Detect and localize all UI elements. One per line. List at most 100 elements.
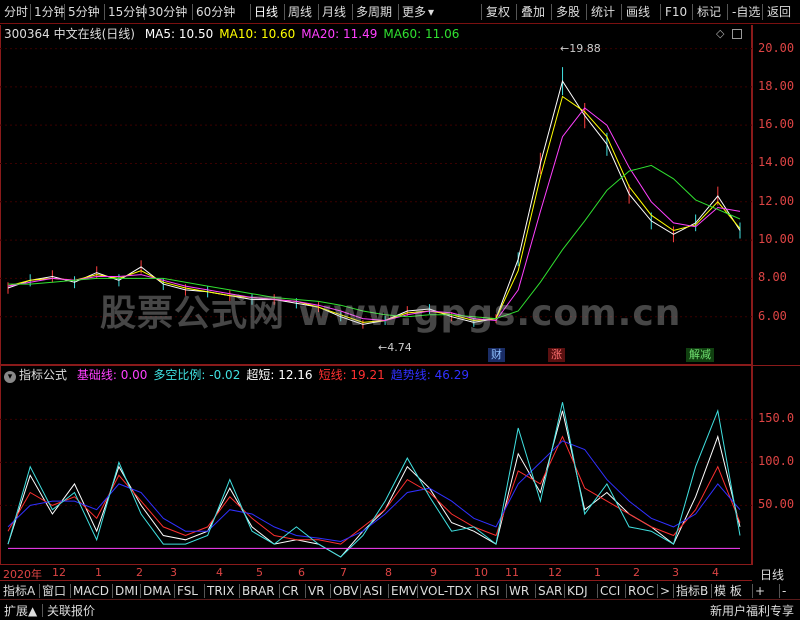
period-tab-6[interactable]: 日线 <box>254 4 278 20</box>
period-tab-5[interactable]: 60分钟 <box>196 4 235 20</box>
period-tab-0[interactable]: 分时 <box>4 4 28 20</box>
month-label-8: 8 <box>385 566 392 579</box>
toolbar-sep <box>727 4 728 20</box>
indicator-tab-11[interactable]: ASI <box>363 583 382 599</box>
indicator-tab-1[interactable]: 窗口 <box>42 583 66 599</box>
period-tab-7[interactable]: 周线 <box>288 4 312 20</box>
toolbar-action-1[interactable]: 叠加 <box>521 4 545 20</box>
indicator-tab-0[interactable]: 指标A <box>3 583 35 599</box>
indicator-tab-2[interactable]: MACD <box>73 583 109 599</box>
indicator-tab-9[interactable]: VR <box>308 583 325 599</box>
toolbar-sep <box>284 4 285 20</box>
indicator-tick-label: 50.00 <box>758 497 795 512</box>
indicator-tab-23[interactable]: + <box>755 583 765 599</box>
event-tag-limit-up[interactable]: 涨 <box>548 348 565 362</box>
month-label-0: 12 <box>52 566 66 579</box>
tab-sep <box>477 584 478 598</box>
arrow-icon: ← <box>378 341 388 354</box>
tab-sep <box>597 584 598 598</box>
footer-sep <box>42 604 43 617</box>
indicator-tab-12[interactable]: EMV <box>391 583 417 599</box>
month-label-11: 11 <box>505 566 519 579</box>
toolbar-action-5[interactable]: F10 <box>665 4 687 20</box>
toolbar-sep <box>586 4 587 20</box>
event-tag-report[interactable]: 财 <box>488 348 505 362</box>
tab-sep <box>779 584 780 598</box>
event-tag-unlock-reduce[interactable]: 解减 <box>686 348 714 362</box>
indicator-tab-14[interactable]: RSI <box>480 583 500 599</box>
indicator-tab-24[interactable]: - <box>782 583 786 599</box>
period-tab-8[interactable]: 月线 <box>322 4 346 20</box>
expand-button[interactable]: 扩展▲ <box>4 602 37 619</box>
indicator-tab-16[interactable]: SAR <box>538 583 562 599</box>
indicator-tab-7[interactable]: BRAR <box>242 583 275 599</box>
month-label-16: 4 <box>712 566 719 579</box>
footer <box>0 601 800 620</box>
indicator-series-多空比例 <box>7 402 741 558</box>
toolbar-action-2[interactable]: 多股 <box>556 4 580 20</box>
toolbar-sep <box>621 4 622 20</box>
toolbar-sep <box>692 4 693 20</box>
toolbar-action-3[interactable]: 统计 <box>591 4 615 20</box>
tab-sep <box>330 584 331 598</box>
more-caret-icon[interactable]: ▾ <box>428 4 434 20</box>
indicator-series-短线 <box>7 435 741 545</box>
indicator-series-超短 <box>7 410 741 558</box>
watermark: 股票公式网 www.gpgs.com.cn <box>100 293 682 334</box>
price-tick-label: 16.00 <box>758 117 795 132</box>
indicator-tab-5[interactable]: FSL <box>177 583 198 599</box>
indicator-tab-15[interactable]: WR <box>509 583 529 599</box>
period-label[interactable]: 日线 <box>760 566 784 583</box>
indicator-tab-8[interactable]: CR <box>282 583 299 599</box>
period-tab-4[interactable]: 30分钟 <box>148 4 187 20</box>
tab-sep <box>140 584 141 598</box>
period-toolbar: 分时 1分钟 5分钟 15分钟 30分钟 60分钟 日线 周线 月线 多周期 更多 ▾ 复权 叠加 多股 统计… <box>0 0 800 24</box>
month-label-9: 9 <box>430 566 437 579</box>
tab-sep <box>279 584 280 598</box>
price-tick-label: 12.00 <box>758 193 795 208</box>
month-label-2: 2 <box>136 566 143 579</box>
month-label-15: 3 <box>672 566 679 579</box>
indicator-tab-22[interactable]: 模 板 <box>714 583 742 599</box>
indicator-tab-6[interactable]: TRIX <box>207 583 234 599</box>
indicator-tab-21[interactable]: 指标B <box>676 583 708 599</box>
indicator-tab-18[interactable]: CCI <box>600 583 620 599</box>
high-annotation: ←19.88 <box>560 42 601 55</box>
period-tab-10[interactable]: 更多 <box>402 4 426 20</box>
toolbar-sep <box>660 4 661 20</box>
month-label-14: 2 <box>633 566 640 579</box>
indicator-tab-10[interactable]: OBV <box>333 583 359 599</box>
toolbar-sep <box>64 4 65 20</box>
tab-sep <box>711 584 712 598</box>
tab-sep <box>174 584 175 598</box>
toolbar-action-7[interactable]: -自选 <box>732 4 760 20</box>
period-tab-9[interactable]: 多周期 <box>356 4 392 20</box>
high-value: 19.88 <box>569 42 601 55</box>
indicator-tab-13[interactable]: VOL-TDX <box>420 583 472 599</box>
indicator-tab-3[interactable]: DMI <box>115 583 138 599</box>
toolbar-sep <box>192 4 193 20</box>
month-label-6: 6 <box>298 566 305 579</box>
price-tick-label: 14.00 <box>758 155 795 170</box>
promo-link[interactable]: 新用户福利专享 <box>710 602 794 619</box>
tab-sep <box>239 584 240 598</box>
price-tick-label: 10.00 <box>758 232 795 247</box>
toolbar-action-8[interactable]: 返回 <box>767 4 791 20</box>
period-tab-3[interactable]: 15分钟 <box>108 4 147 20</box>
indicator-tab-19[interactable]: ROC <box>628 583 654 599</box>
period-tab-1[interactable]: 1分钟 <box>34 4 66 20</box>
toolbar-action-6[interactable]: 标记 <box>697 4 721 20</box>
toolbar-action-4[interactable]: 画线 <box>626 4 650 20</box>
period-tab-2[interactable]: 5分钟 <box>68 4 100 20</box>
related-quote-button[interactable]: 关联报价 <box>47 602 95 619</box>
month-label-3: 3 <box>170 566 177 579</box>
price-tick-label: 8.00 <box>758 270 787 285</box>
tab-sep <box>112 584 113 598</box>
indicator-tab-20[interactable]: > <box>660 583 670 599</box>
tab-sep <box>70 584 71 598</box>
toolbar-action-0[interactable]: 复权 <box>486 4 510 20</box>
month-label-5: 5 <box>256 566 263 579</box>
tab-sep <box>388 584 389 598</box>
indicator-tab-17[interactable]: KDJ <box>567 583 588 599</box>
indicator-tab-4[interactable]: DMA <box>143 583 171 599</box>
